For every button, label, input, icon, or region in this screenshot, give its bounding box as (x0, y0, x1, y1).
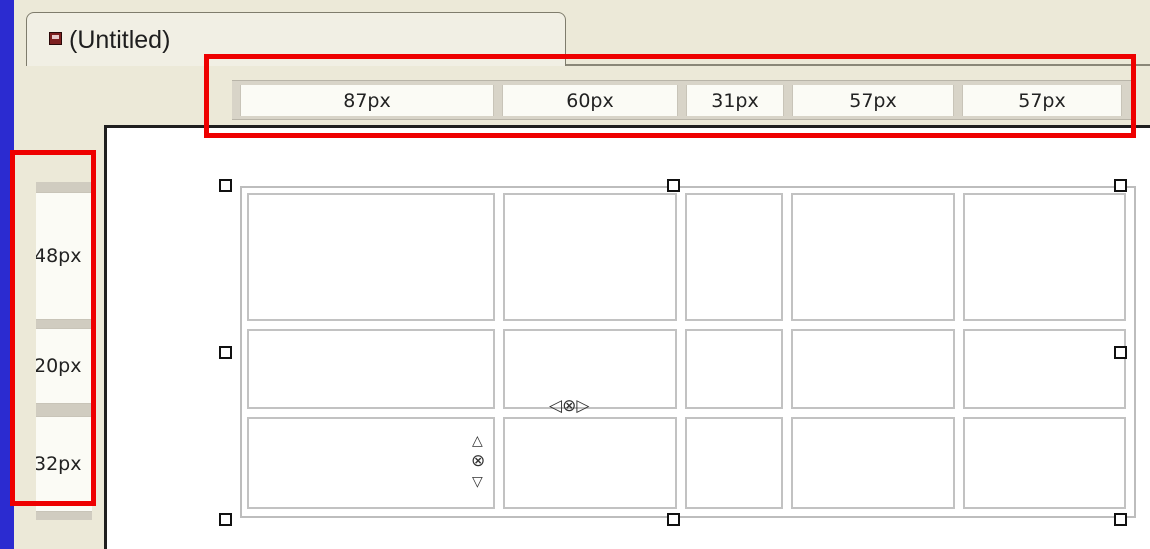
column-width-header: 87px 60px 31px 57px 57px (232, 80, 1134, 120)
row-resize-center-icon[interactable]: ⊗ (471, 453, 485, 470)
table-cell[interactable] (685, 193, 783, 321)
table-cell[interactable] (963, 193, 1126, 321)
table-cell[interactable] (963, 417, 1126, 509)
table-cell[interactable] (791, 193, 955, 321)
row-height-1-label: 48px (36, 245, 82, 267)
row-height-1[interactable]: 48px (36, 192, 92, 320)
resize-handle-top-right[interactable] (1114, 179, 1127, 192)
resize-handle-bottom-right[interactable] (1114, 513, 1127, 526)
table-cell[interactable] (503, 417, 677, 509)
row-height-2-label: 20px (36, 355, 82, 377)
row-resize-up-icon[interactable]: △ (472, 434, 483, 448)
table-cell[interactable] (685, 417, 783, 509)
editor-window: (Untitled) 87px 60px 31px 57px 57px 48px… (10, 0, 1150, 549)
table-cell[interactable] (247, 193, 495, 321)
table-cell[interactable] (685, 329, 783, 409)
column-width-5[interactable]: 57px (962, 85, 1122, 116)
column-width-1[interactable]: 87px (240, 85, 494, 116)
row-height-header: 48px 20px 32px (36, 182, 92, 520)
table-cell[interactable] (503, 329, 677, 409)
column-width-4[interactable]: 57px (792, 85, 954, 116)
column-width-3[interactable]: 31px (686, 85, 784, 116)
tab-strip-edge (566, 64, 1150, 66)
table-cell[interactable] (791, 329, 955, 409)
column-width-2[interactable]: 60px (502, 85, 678, 116)
resize-handle-bottom-middle[interactable] (667, 513, 680, 526)
row-height-3-label: 32px (36, 453, 82, 475)
document-icon (49, 32, 62, 45)
resize-handle-bottom-left[interactable] (219, 513, 232, 526)
document-tab-title: (Untitled) (69, 26, 171, 54)
row-height-3[interactable]: 32px (36, 416, 92, 512)
table-cell[interactable] (963, 329, 1126, 409)
row-resize-down-icon[interactable]: ▽ (472, 475, 483, 489)
resize-handle-top-middle[interactable] (667, 179, 680, 192)
table-cell[interactable] (247, 329, 495, 409)
column-resize-icon[interactable]: ◁⊗▷ (549, 398, 589, 415)
resize-handle-middle-left[interactable] (219, 346, 232, 359)
layout-table[interactable] (240, 186, 1136, 518)
row-height-2[interactable]: 20px (36, 328, 92, 404)
resize-handle-middle-right[interactable] (1114, 346, 1127, 359)
table-cell[interactable] (247, 417, 495, 509)
resize-handle-top-left[interactable] (219, 179, 232, 192)
table-cell[interactable] (503, 193, 677, 321)
document-tab[interactable]: (Untitled) (26, 12, 566, 66)
table-cell[interactable] (791, 417, 955, 509)
